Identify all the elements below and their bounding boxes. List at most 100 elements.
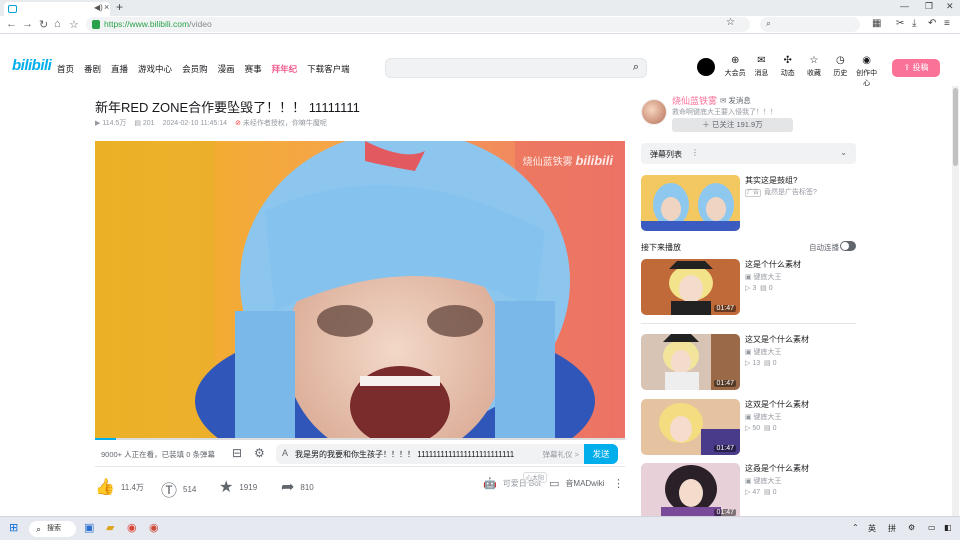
menu-icon[interactable]: ≡ — [944, 18, 950, 29]
browser-app-icon[interactable]: ◉ — [149, 521, 159, 534]
favorite-video-button[interactable]: ★ 1919 — [219, 477, 257, 497]
video-player[interactable]: 烧仙蓝铁雾 bilibili — [95, 141, 625, 439]
user-avatar[interactable] — [697, 58, 715, 76]
cut-icon[interactable]: ✂ — [896, 18, 904, 29]
scrollbar-thumb[interactable] — [953, 88, 958, 166]
uploader-name[interactable]: 烧仙蓝铁雾 — [672, 94, 717, 107]
send-message-button[interactable]: ✉ 发消息 — [720, 95, 751, 106]
autoplay-label: 自动连播 — [809, 243, 839, 252]
bookmark-star-icon[interactable]: ☆ — [69, 18, 79, 31]
list-item[interactable]: 01:47 这叒是个什么素材 ▣ 键底大王 ▷ 47 ▤ 0 — [641, 463, 856, 519]
nav-anime[interactable]: 番剧 — [84, 63, 101, 75]
coin-button[interactable]: Ⓣ 514 — [161, 477, 196, 501]
reload-icon[interactable]: ↻ — [39, 18, 48, 31]
share-button[interactable]: ➦ 810 — [281, 477, 314, 497]
video-thumbnail: 01:47 — [641, 399, 740, 455]
audio-playing-icon[interactable]: ◀) — [94, 3, 103, 12]
like-count: 11.4万 — [120, 482, 144, 492]
nav-match[interactable]: 赛事 — [245, 63, 262, 75]
ime-settings-icon[interactable]: ⚙ — [908, 523, 915, 532]
windows-start-icon[interactable]: ⊞ — [9, 521, 18, 534]
apps-grid-icon[interactable]: ▦ — [872, 18, 881, 29]
nav-spring-festival[interactable]: 拜年纪 — [272, 63, 298, 75]
follow-button[interactable]: ＋ 已关注 191.9万 — [672, 118, 793, 132]
video-duration: 01:47 — [714, 380, 736, 387]
autoplay-toggle[interactable] — [840, 241, 856, 251]
ad-title: 其实这是鼓组? — [745, 176, 798, 185]
history-button[interactable]: ◷ 历史 — [827, 55, 853, 88]
list-item[interactable]: 01:47 这双是个什么素材 ▣ 键底大王 ▷ 50 ▤ 0 — [641, 399, 856, 455]
favorite-star-icon[interactable]: ☆ — [726, 17, 735, 28]
uploader-description: 救命啊键底大王要入侵我了！！！ — [672, 109, 777, 116]
upload-button[interactable]: ⇪ 投稿 — [892, 59, 940, 77]
close-window-icon[interactable]: ✕ — [946, 1, 954, 12]
file-explorer-icon[interactable]: ▰ — [106, 521, 114, 534]
message-button[interactable]: ✉ 消息 — [748, 55, 774, 88]
danmaku-style-icon[interactable]: A — [282, 448, 288, 458]
restore-icon[interactable]: ❐ — [925, 1, 933, 12]
list-item[interactable]: 01:47 这是个什么素材 ▣ 键底大王 ▷ 3 ▤ 0 — [641, 259, 856, 315]
danmaku-toggle-icon[interactable]: ⊟ — [232, 446, 242, 460]
video-title: 这是个什么素材 — [745, 260, 801, 269]
danmaku-list-more-icon[interactable]: ⋮ — [691, 148, 699, 157]
ime-english[interactable]: 英 — [868, 523, 876, 534]
forward-icon[interactable]: → — [22, 18, 33, 30]
thumbs-up-icon: 👍 — [95, 479, 115, 496]
video-stats: ▷ 3 ▤ 0 — [745, 285, 773, 292]
favorite-button[interactable]: ☆ 收藏 — [801, 55, 827, 88]
taskbar-search[interactable]: 搜索 — [29, 521, 76, 537]
network-icon[interactable]: ▭ — [928, 523, 936, 532]
wiki-button[interactable]: ▭ 音MADwiki — [549, 477, 605, 490]
video-duration: 01:47 — [714, 305, 736, 312]
robot-icon: 🤖 — [483, 478, 497, 490]
site-search-input[interactable]: ⌕ — [385, 58, 647, 78]
tray-expand-icon[interactable]: ⌃ — [852, 523, 859, 532]
chevron-down-icon[interactable]: ⌄ — [840, 148, 847, 157]
list-item[interactable]: 01:47 这又是个什么素材 ▣ 键底大王 ▷ 13 ▤ 0 — [641, 334, 856, 390]
send-danmaku-button[interactable]: 发送 — [584, 444, 618, 464]
nav-download[interactable]: 下载客户端 — [307, 63, 350, 75]
url-field[interactable]: https://www.bilibili.com/video ☆ — [86, 17, 750, 32]
nav-manga[interactable]: 漫画 — [218, 63, 235, 75]
message-icon: ✉ — [757, 55, 766, 66]
chrome-icon[interactable]: ◉ — [127, 521, 137, 534]
home-icon[interactable]: ⌂ — [54, 18, 61, 30]
browser-search-field[interactable]: ⌕ — [760, 17, 860, 32]
ime-pinyin[interactable]: 拼 — [888, 523, 896, 534]
close-tab-icon[interactable]: × — [104, 2, 109, 12]
danmaku-input[interactable]: A 我是男的我要和你生孩子！！！！ 1111111111111111111111… — [276, 444, 584, 464]
video-stats: ▷ 50 ▤ 0 — [745, 425, 777, 432]
search-icon[interactable]: ⌕ — [633, 61, 639, 74]
view-count: ▶ 114.5万 — [95, 120, 127, 127]
back-icon[interactable]: ← — [6, 18, 17, 30]
task-view-icon[interactable]: ▣ — [84, 521, 94, 534]
danmaku-etiquette-link[interactable]: 弹幕礼仪 > — [543, 449, 579, 460]
minimize-icon[interactable]: — — [900, 1, 909, 11]
danmaku-list-panel[interactable]: 弹幕列表 ⋮ ⌄ — [641, 143, 856, 164]
notification-icon[interactable]: ◧ — [944, 523, 952, 532]
danmaku-settings-icon[interactable]: ⚙ — [254, 446, 265, 460]
vip-button[interactable]: ⊕ 大会员 — [722, 55, 748, 88]
video-stats: ▷ 13 ▤ 0 — [745, 360, 777, 367]
nav-game[interactable]: 游戏中心 — [138, 63, 172, 75]
nav-home[interactable]: 首页 — [57, 63, 74, 75]
video-duration: 01:47 — [714, 445, 736, 452]
dynamic-button[interactable]: ✣ 动态 — [775, 55, 801, 88]
nav-shop[interactable]: 会员购 — [182, 63, 208, 75]
creator-button[interactable]: ◉ 创作中心 — [853, 55, 879, 88]
new-tab-button[interactable]: + — [116, 0, 123, 14]
more-options-button[interactable]: ⋮ — [613, 477, 624, 490]
like-button[interactable]: 👍 11.4万 — [95, 477, 144, 497]
share-icon: ➦ — [281, 479, 295, 496]
vip-icon: ⊕ — [730, 55, 740, 66]
page-scrollbar[interactable] — [952, 86, 959, 516]
undo-icon[interactable]: ↶ — [928, 18, 936, 29]
nav-live[interactable]: 直播 — [111, 63, 128, 75]
download-icon[interactable]: ⤓ — [912, 18, 916, 29]
share-count: 810 — [300, 482, 314, 492]
browser-tab[interactable]: ◀) × — [4, 2, 110, 16]
bilibili-logo[interactable]: bilibili — [12, 57, 52, 74]
main-nav: 首页 番剧 直播 游戏中心 会员购 漫画 赛事 拜年纪 下载客户端 — [57, 63, 350, 75]
ad-thumbnail — [641, 175, 740, 231]
uploader-avatar[interactable] — [641, 99, 667, 125]
